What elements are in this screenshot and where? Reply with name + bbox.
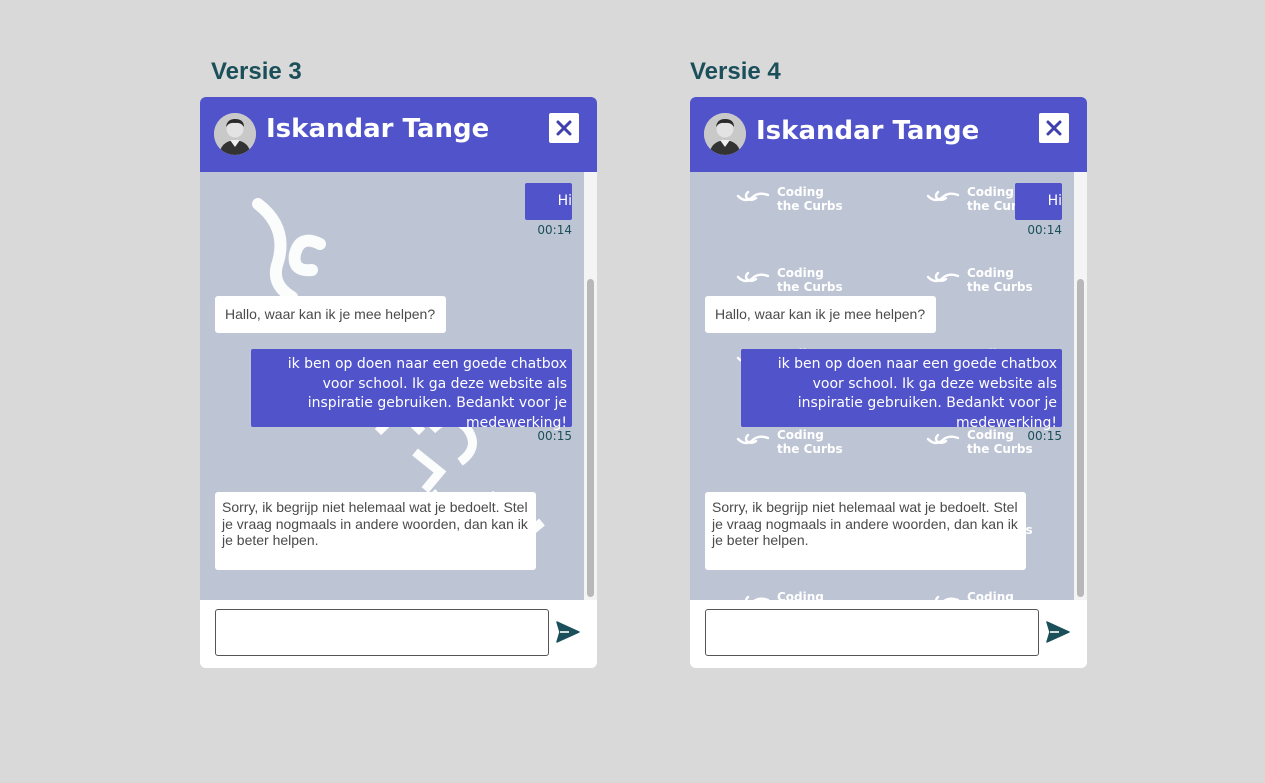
- message-timestamp: 00:14: [1027, 223, 1062, 237]
- logo-text: the Curbs: [777, 280, 843, 294]
- logo-text: the Curbs: [777, 199, 843, 213]
- close-button[interactable]: [549, 113, 579, 143]
- version-title: Versie 3: [211, 58, 302, 85]
- user-message: Hi: [1015, 183, 1062, 220]
- logo-mark-icon: [736, 271, 770, 283]
- logo-mark-icon: [926, 190, 960, 202]
- logo-mark-icon: [736, 433, 770, 445]
- contact-name: Iskandar Tange: [266, 114, 490, 144]
- logo-text: Coding: [967, 590, 1014, 600]
- scrollbar[interactable]: [584, 172, 597, 600]
- avatar: [704, 113, 746, 155]
- message-area[interactable]: Hi 00:14 Hallo, waar kan ik je mee helpe…: [200, 172, 584, 600]
- version-title: Versie 4: [690, 58, 781, 85]
- user-message: ik ben op doen naar een goede chatbox vo…: [741, 349, 1062, 431]
- scrollbar-thumb[interactable]: [587, 279, 594, 597]
- send-icon: [1046, 621, 1070, 643]
- bot-message: Sorry, ik begrijp niet helemaal wat je b…: [705, 492, 1026, 570]
- message-input[interactable]: [705, 609, 1039, 656]
- send-button[interactable]: [555, 620, 581, 644]
- chat-header: Iskandar Tange: [690, 97, 1087, 172]
- contact-name: Iskandar Tange: [756, 116, 980, 146]
- bot-message: Sorry, ik begrijp niet helemaal wat je b…: [215, 492, 536, 570]
- send-button[interactable]: [1045, 620, 1071, 644]
- chat-header: Iskandar Tange: [200, 97, 597, 172]
- logo-text: Coding: [777, 185, 824, 199]
- composer: [690, 600, 1087, 668]
- message-input[interactable]: [215, 609, 549, 656]
- logo-text: Coding: [967, 266, 1014, 280]
- scrollbar-thumb[interactable]: [1077, 279, 1084, 597]
- logo-text: Coding: [777, 428, 824, 442]
- close-button[interactable]: [1039, 113, 1069, 143]
- logo-text: the Curbs: [967, 280, 1033, 294]
- user-message: ik ben op doen naar een goede chatbox vo…: [251, 349, 572, 431]
- message-timestamp: 00:15: [1027, 429, 1062, 443]
- bot-message: Hallo, waar kan ik je mee helpen?: [215, 296, 446, 333]
- close-icon: [556, 120, 572, 136]
- composer: [200, 600, 597, 668]
- message-timestamp: 00:15: [537, 429, 572, 443]
- send-icon: [556, 621, 580, 643]
- logo-text: Coding: [967, 185, 1014, 199]
- message-timestamp: 00:14: [537, 223, 572, 237]
- chat-widget: Iskandar Tange Coding the Curbs Coding the …: [690, 97, 1087, 668]
- scrollbar[interactable]: [1074, 172, 1087, 600]
- logo-mark-icon: [926, 271, 960, 283]
- logo-text: Coding: [777, 266, 824, 280]
- message-area[interactable]: Coding the Curbs Coding the Curbs Coding the …: [690, 172, 1074, 600]
- avatar: [214, 113, 256, 155]
- bot-message: Hallo, waar kan ik je mee helpen?: [705, 296, 936, 333]
- close-icon: [1046, 120, 1062, 136]
- logo-mark-icon: [926, 433, 960, 445]
- logo-text: the Curbs: [967, 442, 1033, 456]
- logo-text: the Curbs: [777, 442, 843, 456]
- logo-text: Coding: [777, 590, 824, 600]
- logo-mark-icon: [736, 190, 770, 202]
- page: Versie 3 Iskandar Tange Hi 00:14 Hallo, …: [0, 0, 1265, 783]
- user-message: Hi: [525, 183, 572, 220]
- chat-widget: Iskandar Tange Hi 00:14 Hallo, waar kan …: [200, 97, 597, 668]
